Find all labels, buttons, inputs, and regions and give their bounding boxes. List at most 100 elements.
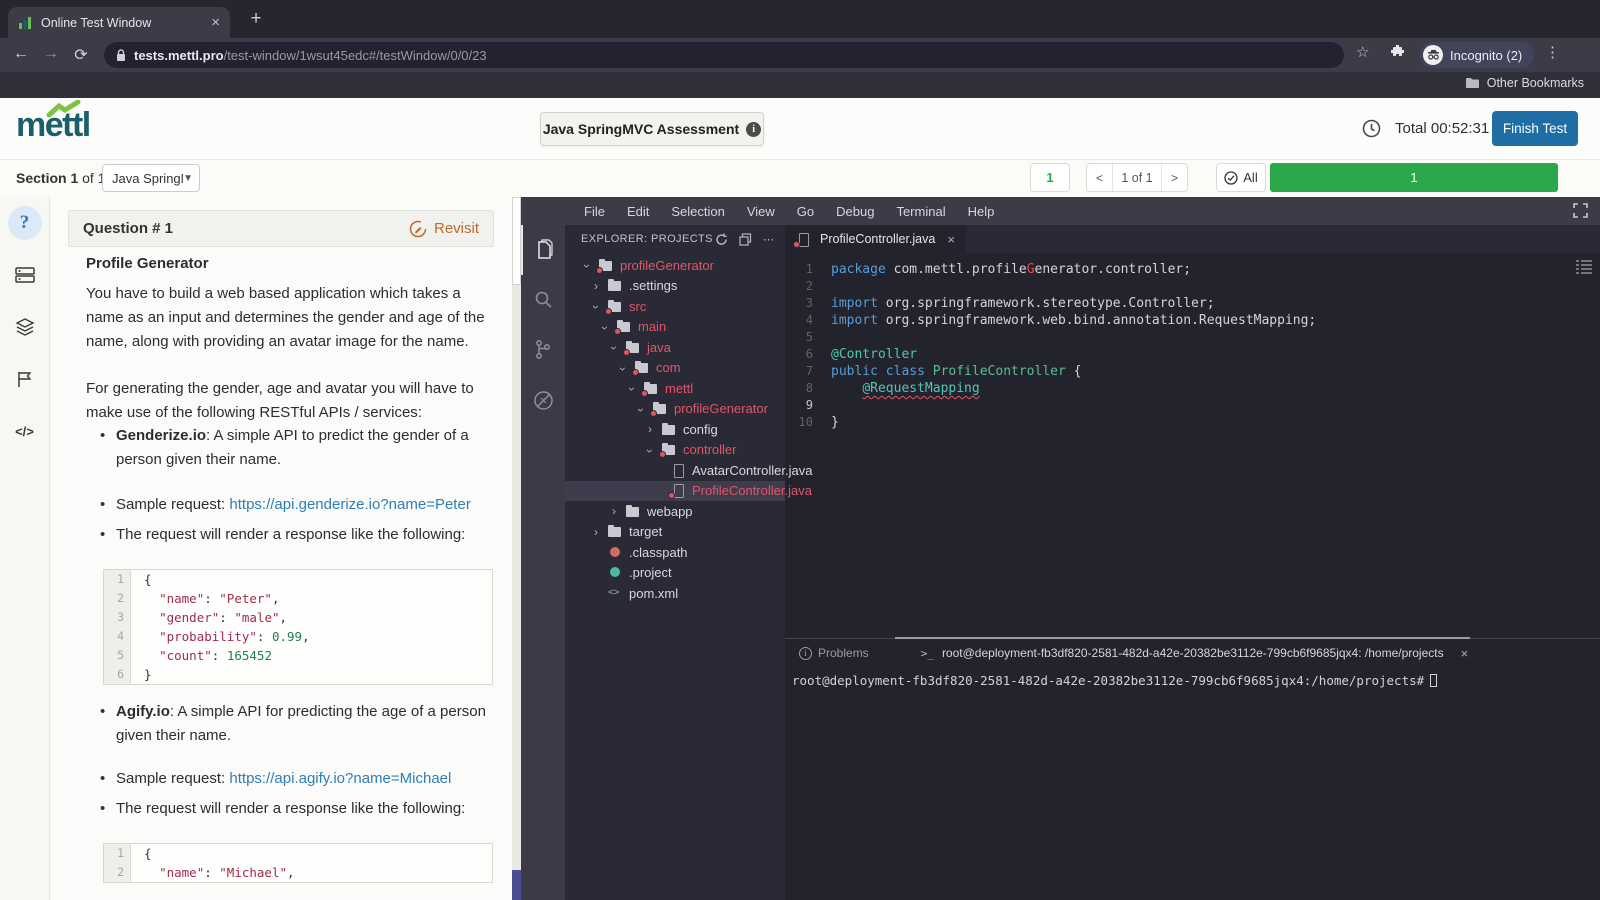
finish-test-button[interactable]: Finish Test: [1492, 111, 1578, 146]
tree-item[interactable]: AvatarController.java: [565, 460, 785, 481]
java-file-icon: [796, 233, 812, 246]
tree-item-label: config: [683, 422, 718, 437]
tree-item[interactable]: ProfileController.java: [565, 481, 785, 502]
activity-debug[interactable]: [521, 375, 565, 425]
code-line-content: }: [131, 665, 152, 684]
forward-icon[interactable]: →: [40, 45, 62, 63]
progress-bar[interactable]: 1: [1270, 163, 1558, 192]
menu-item[interactable]: Edit: [616, 204, 660, 219]
activity-files[interactable]: [521, 225, 565, 275]
tree-chevron-icon: [594, 279, 607, 293]
pager-next-button[interactable]: >: [1162, 164, 1187, 191]
info-icon: i: [799, 647, 812, 660]
mettl-logo-mark-icon: [46, 100, 82, 118]
tree-item[interactable]: com: [565, 358, 785, 379]
tree-item[interactable]: src: [565, 296, 785, 317]
tree-chevron-icon: [648, 422, 661, 436]
revisit-button[interactable]: Revisit: [409, 220, 479, 238]
activity-search[interactable]: [521, 275, 565, 325]
pager-prev-button[interactable]: <: [1087, 164, 1112, 191]
terminal-close-icon[interactable]: ×: [1461, 646, 1469, 661]
code-line-number: 2: [104, 863, 131, 882]
menu-item[interactable]: View: [736, 204, 786, 219]
tab-close-icon[interactable]: ×: [211, 14, 220, 31]
menu-item[interactable]: Go: [786, 204, 825, 219]
error-badge: [596, 267, 603, 274]
editor-tab[interactable]: ProfileController.java ×: [785, 225, 966, 253]
tree-item[interactable]: profileGenerator: [565, 255, 785, 276]
editor-line-number: 7: [785, 363, 831, 380]
terminal-panel: i Problems >_ root@deployment-fb3df820-2…: [785, 638, 1600, 900]
terminal-output[interactable]: root@deployment-fb3df820-2581-482d-a42e-…: [785, 667, 1600, 688]
tree-item[interactable]: .classpath: [565, 542, 785, 563]
tree-item[interactable]: main: [565, 317, 785, 338]
editor-line: 2: [785, 278, 1600, 295]
url-path: /test-window/1wsut45edc#/testWindow/0/0/…: [224, 48, 487, 63]
code-editor[interactable]: 1 package com.mettl.profileGenerator.con…: [785, 253, 1600, 638]
timer-label: Total 00:52:31: [1395, 120, 1489, 137]
browser-tab[interactable]: Online Test Window ×: [8, 7, 230, 38]
tree-item-label: com: [656, 360, 681, 375]
all-questions-button[interactable]: All: [1216, 163, 1266, 192]
question-scrollbar-thumb-bottom[interactable]: [512, 870, 521, 900]
agify-link[interactable]: https://api.agify.io?name=Michael: [229, 770, 451, 787]
tree-item[interactable]: mettl: [565, 378, 785, 399]
url-host: tests.mettl.pro: [134, 48, 224, 63]
more-actions-icon[interactable]: ⋯: [763, 233, 775, 246]
tree-item[interactable]: webapp: [565, 501, 785, 522]
extensions-icon[interactable]: [1390, 43, 1407, 60]
panel-resize-handle[interactable]: [895, 637, 1470, 639]
menu-item[interactable]: Debug: [825, 204, 885, 219]
section-label: Section 1 of 1: [16, 170, 106, 186]
rail-item-server[interactable]: [0, 249, 50, 301]
collapse-folders-icon[interactable]: [739, 233, 752, 246]
menu-item[interactable]: File: [573, 204, 616, 219]
menu-item[interactable]: Terminal: [885, 204, 956, 219]
editor-tab-title: ProfileController.java: [820, 232, 935, 246]
code-line-content: "count": 165452: [131, 646, 272, 665]
activity-source-control[interactable]: [521, 325, 565, 375]
refresh-icon[interactable]: [715, 233, 728, 246]
check-circle-icon: [1224, 171, 1238, 185]
tree-item[interactable]: controller: [565, 440, 785, 461]
tree-item[interactable]: java: [565, 337, 785, 358]
rail-item-question[interactable]: ?: [0, 197, 50, 249]
editor-line-content: @RequestMapping: [831, 380, 980, 397]
section-select[interactable]: Java SpringM ▼: [102, 164, 200, 192]
url-bar[interactable]: tests.mettl.pro/test-window/1wsut45edc#/…: [104, 42, 1344, 68]
incognito-badge[interactable]: Incognito (2): [1420, 42, 1534, 68]
tree-item[interactable]: profileGenerator: [565, 399, 785, 420]
other-bookmarks-button[interactable]: Other Bookmarks: [1465, 76, 1584, 90]
terminal-tab-title: root@deployment-fb3df820-2581-482d-a42e-…: [942, 646, 1444, 660]
assessment-info-icon[interactable]: i: [746, 122, 761, 137]
tree-item[interactable]: .project: [565, 563, 785, 584]
question-mark-icon: ?: [8, 206, 42, 240]
explorer-header: EXPLORER: PROJECTS ⋯: [565, 225, 785, 253]
browser-menu-icon[interactable]: ⋮: [1545, 43, 1560, 61]
reload-icon[interactable]: ⟳: [70, 45, 92, 65]
editor-line-number: 6: [785, 346, 831, 363]
tree-item[interactable]: config: [565, 419, 785, 440]
problems-tab[interactable]: i Problems: [799, 646, 869, 660]
new-tab-button[interactable]: +: [244, 8, 268, 30]
rail-item-flag[interactable]: [0, 353, 50, 405]
question-scrollbar-thumb[interactable]: [512, 197, 521, 285]
tab-close-icon[interactable]: ×: [947, 232, 955, 247]
bookmark-star-icon[interactable]: ☆: [1356, 43, 1369, 61]
menu-item[interactable]: Help: [957, 204, 1006, 219]
tree-item[interactable]: .settings: [565, 276, 785, 297]
fullscreen-icon[interactable]: [1573, 203, 1588, 218]
terminal-tab[interactable]: >_ root@deployment-fb3df820-2581-482d-a4…: [921, 646, 1469, 661]
editor-line: 1 package com.mettl.profileGenerator.con…: [785, 261, 1600, 278]
tree-item[interactable]: target: [565, 522, 785, 543]
files-icon: [534, 239, 554, 261]
rail-item-layers[interactable]: [0, 301, 50, 353]
rail-item-code[interactable]: </>: [0, 405, 50, 457]
tree-item[interactable]: pom.xml: [565, 583, 785, 604]
back-icon[interactable]: ←: [10, 45, 32, 63]
genderize-link[interactable]: https://api.genderize.io?name=Peter: [229, 496, 470, 513]
question-number-chip[interactable]: 1: [1030, 163, 1070, 192]
menu-item[interactable]: Selection: [660, 204, 735, 219]
question-scrollbar[interactable]: [512, 197, 521, 900]
layers-icon: [15, 317, 35, 337]
